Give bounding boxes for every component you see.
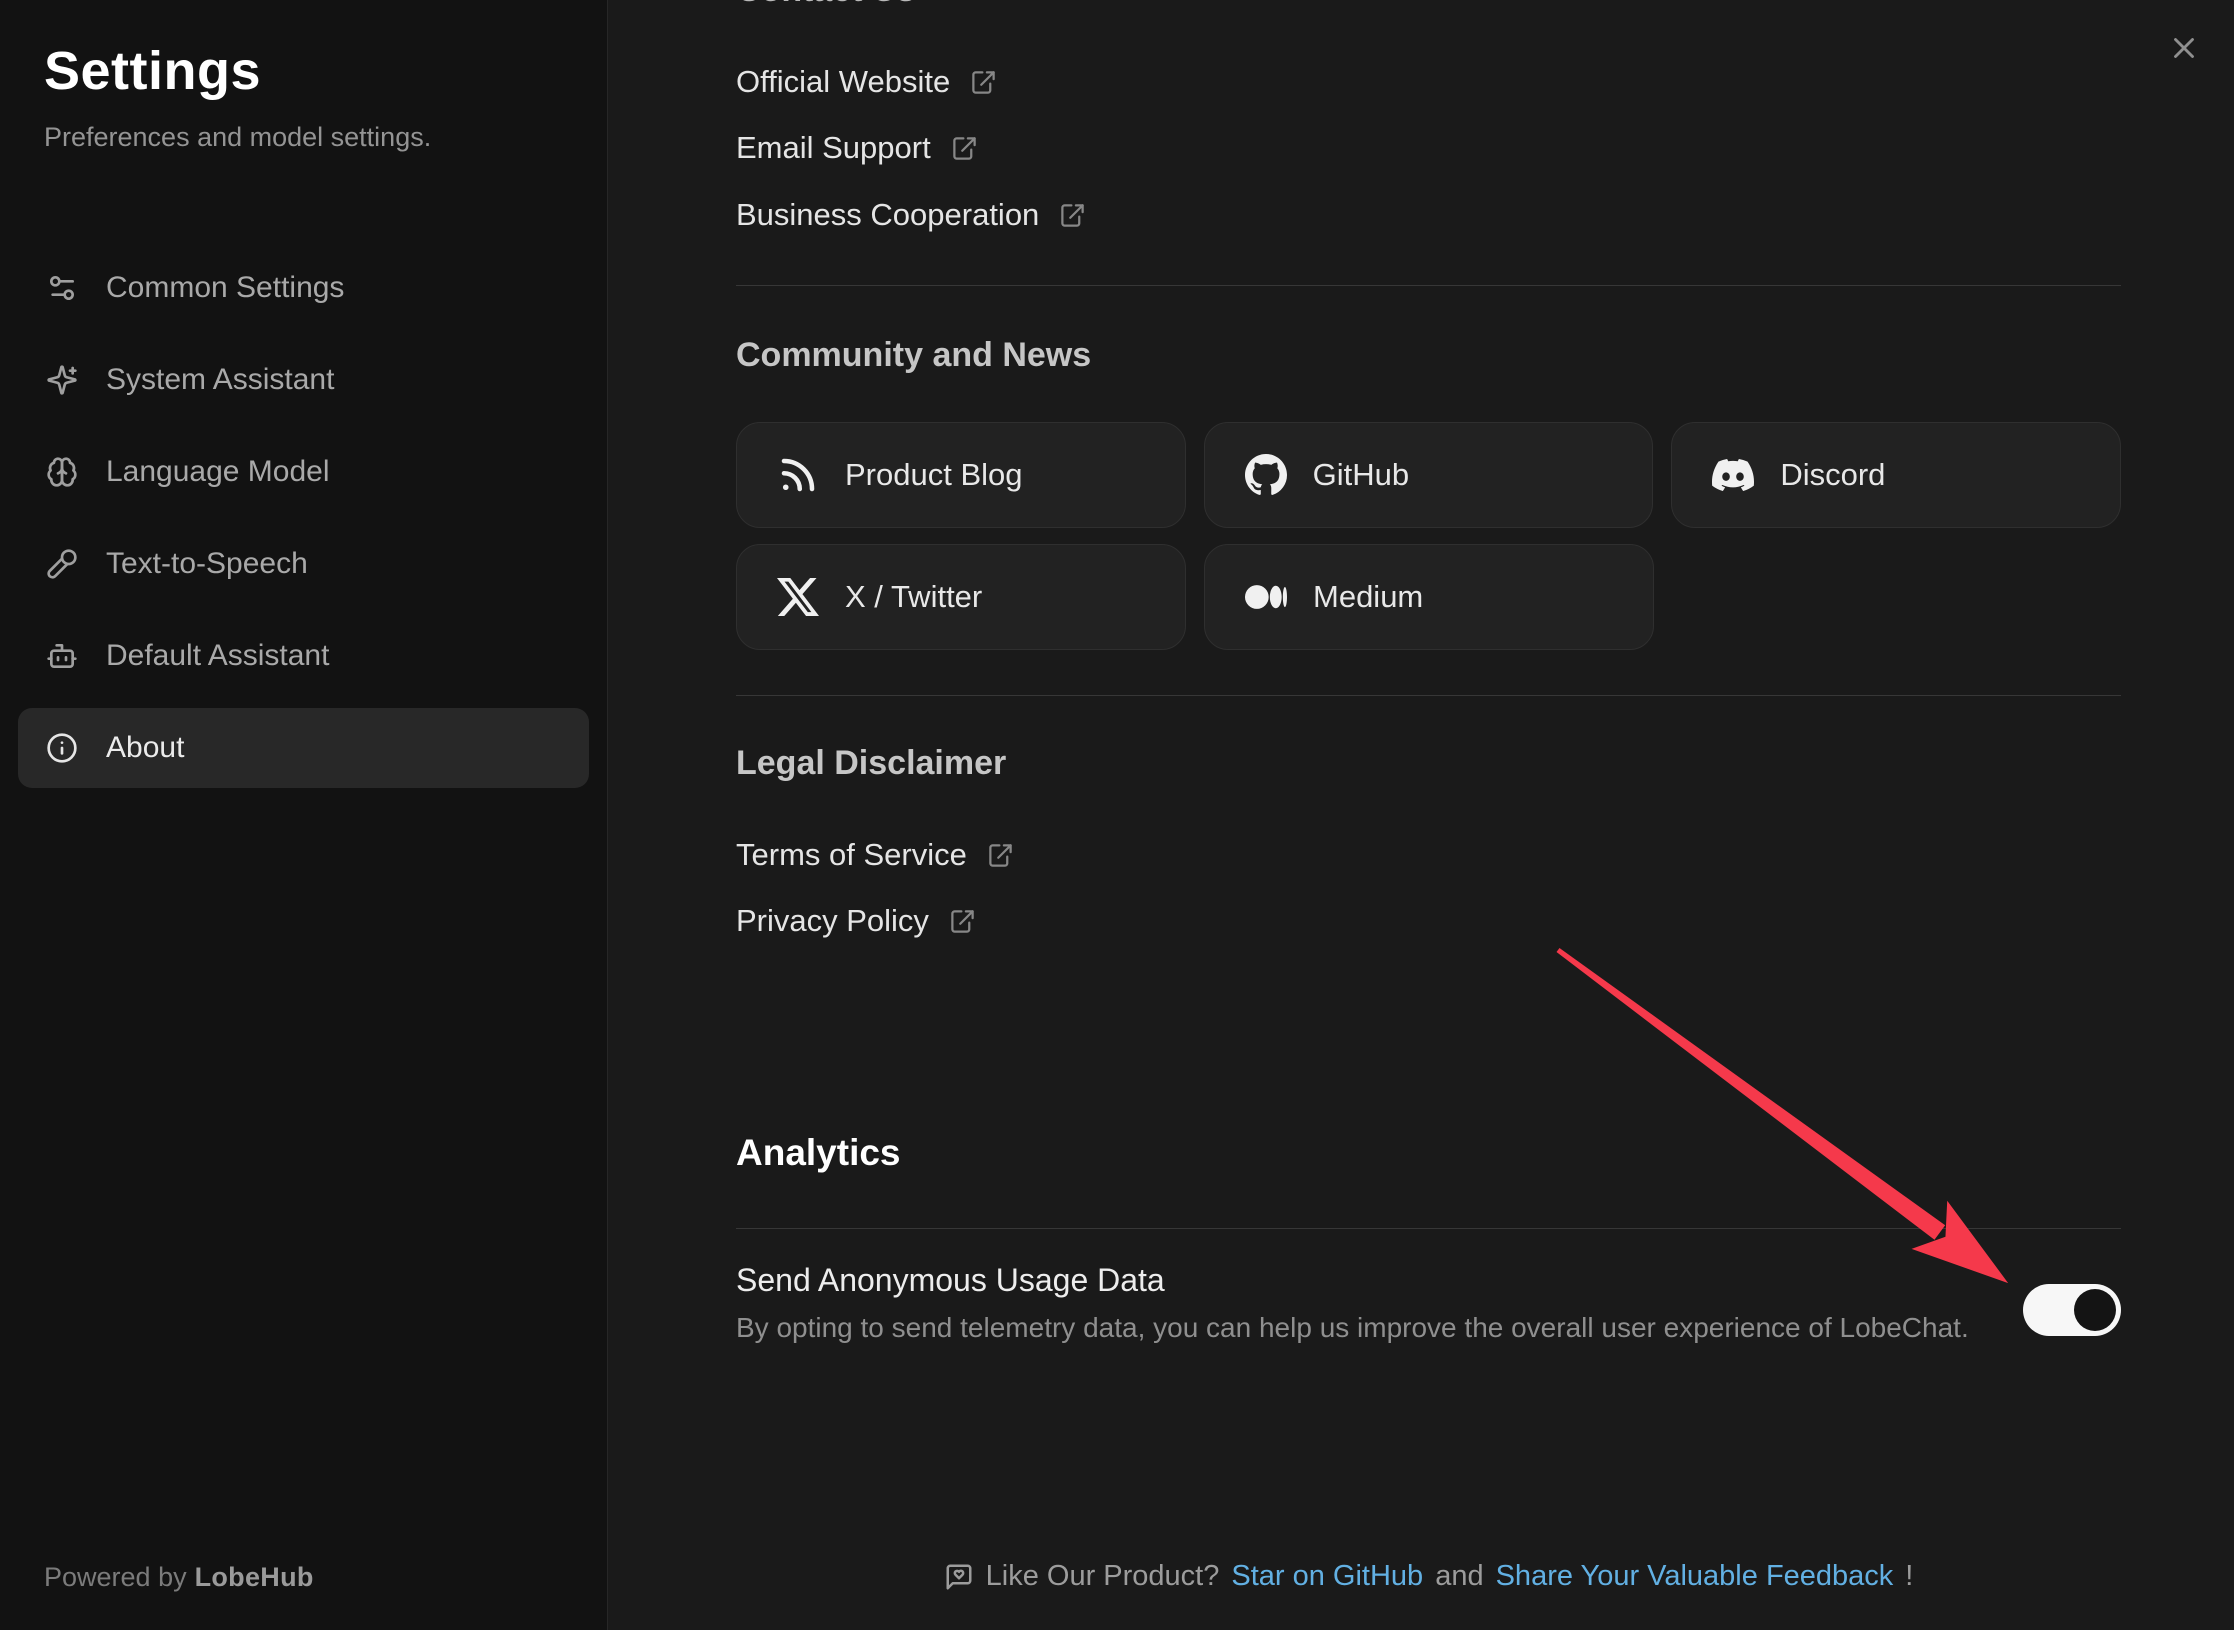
brand-logo: LobeHub [195,1562,314,1592]
mic-icon [46,548,78,580]
toggle-knob [2074,1289,2116,1331]
medium-button[interactable]: Medium [1204,544,1654,650]
legal-heading: Legal Disclaimer [736,744,2121,783]
close-button[interactable] [2160,24,2208,72]
star-on-github-link[interactable]: Star on GitHub [1231,1560,1423,1593]
community-buttons-row-2: X / Twitter Medium [736,544,2121,650]
business-cooperation-link[interactable]: Business Cooperation [736,193,2121,237]
footer-text: ! [1905,1560,1913,1593]
info-icon [46,732,78,764]
sidebar-item-label: Common Settings [106,271,344,305]
usage-data-title: Send Anonymous Usage Data [736,1262,2121,1299]
usage-data-description: By opting to send telemetry data, you ca… [736,1312,2121,1344]
footer: Like Our Product? Star on GitHub and Sha… [736,1560,2121,1593]
email-support-link[interactable]: Email Support [736,126,2121,170]
sliders-icon [46,272,78,304]
page-title: Settings [44,40,261,102]
link-label: Business Cooperation [736,197,1039,233]
official-website-link[interactable]: Official Website [736,60,2121,104]
sparkles-icon [46,364,78,396]
medium-icon [1245,576,1287,618]
sidebar-item-text-to-speech[interactable]: Text-to-Speech [18,524,589,604]
x-twitter-icon [777,576,819,618]
powered-by: Powered by LobeHub [44,1562,314,1593]
external-link-icon [987,842,1014,869]
sidebar-item-label: About [106,731,184,765]
sidebar-item-language-model[interactable]: Language Model [18,432,589,512]
github-button[interactable]: GitHub [1204,422,1654,528]
external-link-icon [1059,202,1086,229]
footer-text: Like Our Product? [986,1560,1220,1593]
footer-text: and [1435,1560,1483,1593]
page-subtitle: Preferences and model settings. [44,122,431,153]
section-divider [736,1228,2121,1229]
external-link-icon [949,908,976,935]
settings-sidebar: Settings Preferences and model settings.… [0,0,608,1630]
link-label: Official Website [736,64,950,100]
button-label: X / Twitter [845,579,982,615]
contact-us-heading: Contact Us [736,0,2121,10]
discord-button[interactable]: Discord [1671,422,2121,528]
privacy-policy-link[interactable]: Privacy Policy [736,899,2121,943]
x-twitter-button[interactable]: X / Twitter [736,544,1186,650]
analytics-heading: Analytics [736,1132,2121,1174]
terms-of-service-link[interactable]: Terms of Service [736,833,2121,877]
share-feedback-link[interactable]: Share Your Valuable Feedback [1496,1560,1894,1593]
section-divider [736,695,2121,696]
community-heading: Community and News [736,336,2121,375]
button-label: Medium [1313,579,1423,615]
github-icon [1245,454,1287,496]
settings-page: Settings Preferences and model settings.… [0,0,2234,1630]
product-blog-button[interactable]: Product Blog [736,422,1186,528]
bot-icon [46,640,78,672]
discord-icon [1712,454,1754,496]
close-icon [2167,31,2201,65]
sidebar-item-label: Default Assistant [106,639,329,673]
about-settings-panel: Contact Us Official Website Email Suppor… [609,0,2234,1630]
button-label: GitHub [1313,457,1409,493]
link-label: Email Support [736,130,931,166]
link-label: Privacy Policy [736,903,929,939]
external-link-icon [951,135,978,162]
sidebar-item-label: Language Model [106,455,330,489]
powered-by-text: Powered by [44,1562,187,1592]
button-label: Discord [1780,457,1885,493]
community-buttons-row-1: Product Blog GitHub Discord [736,422,2121,528]
sidebar-item-default-assistant[interactable]: Default Assistant [18,616,589,696]
button-label: Product Blog [845,457,1023,493]
sidebar-menu: Common Settings System Assistant Languag… [18,248,589,800]
sidebar-item-label: Text-to-Speech [106,547,308,581]
sidebar-item-label: System Assistant [106,363,334,397]
sidebar-item-about[interactable]: About [18,708,589,788]
sidebar-item-system-assistant[interactable]: System Assistant [18,340,589,420]
message-heart-icon [944,1562,974,1592]
external-link-icon [970,69,997,96]
brain-icon [46,456,78,488]
rss-icon [777,454,819,496]
usage-data-toggle[interactable] [2023,1284,2121,1336]
sidebar-item-common-settings[interactable]: Common Settings [18,248,589,328]
link-label: Terms of Service [736,837,967,873]
section-divider [736,285,2121,286]
